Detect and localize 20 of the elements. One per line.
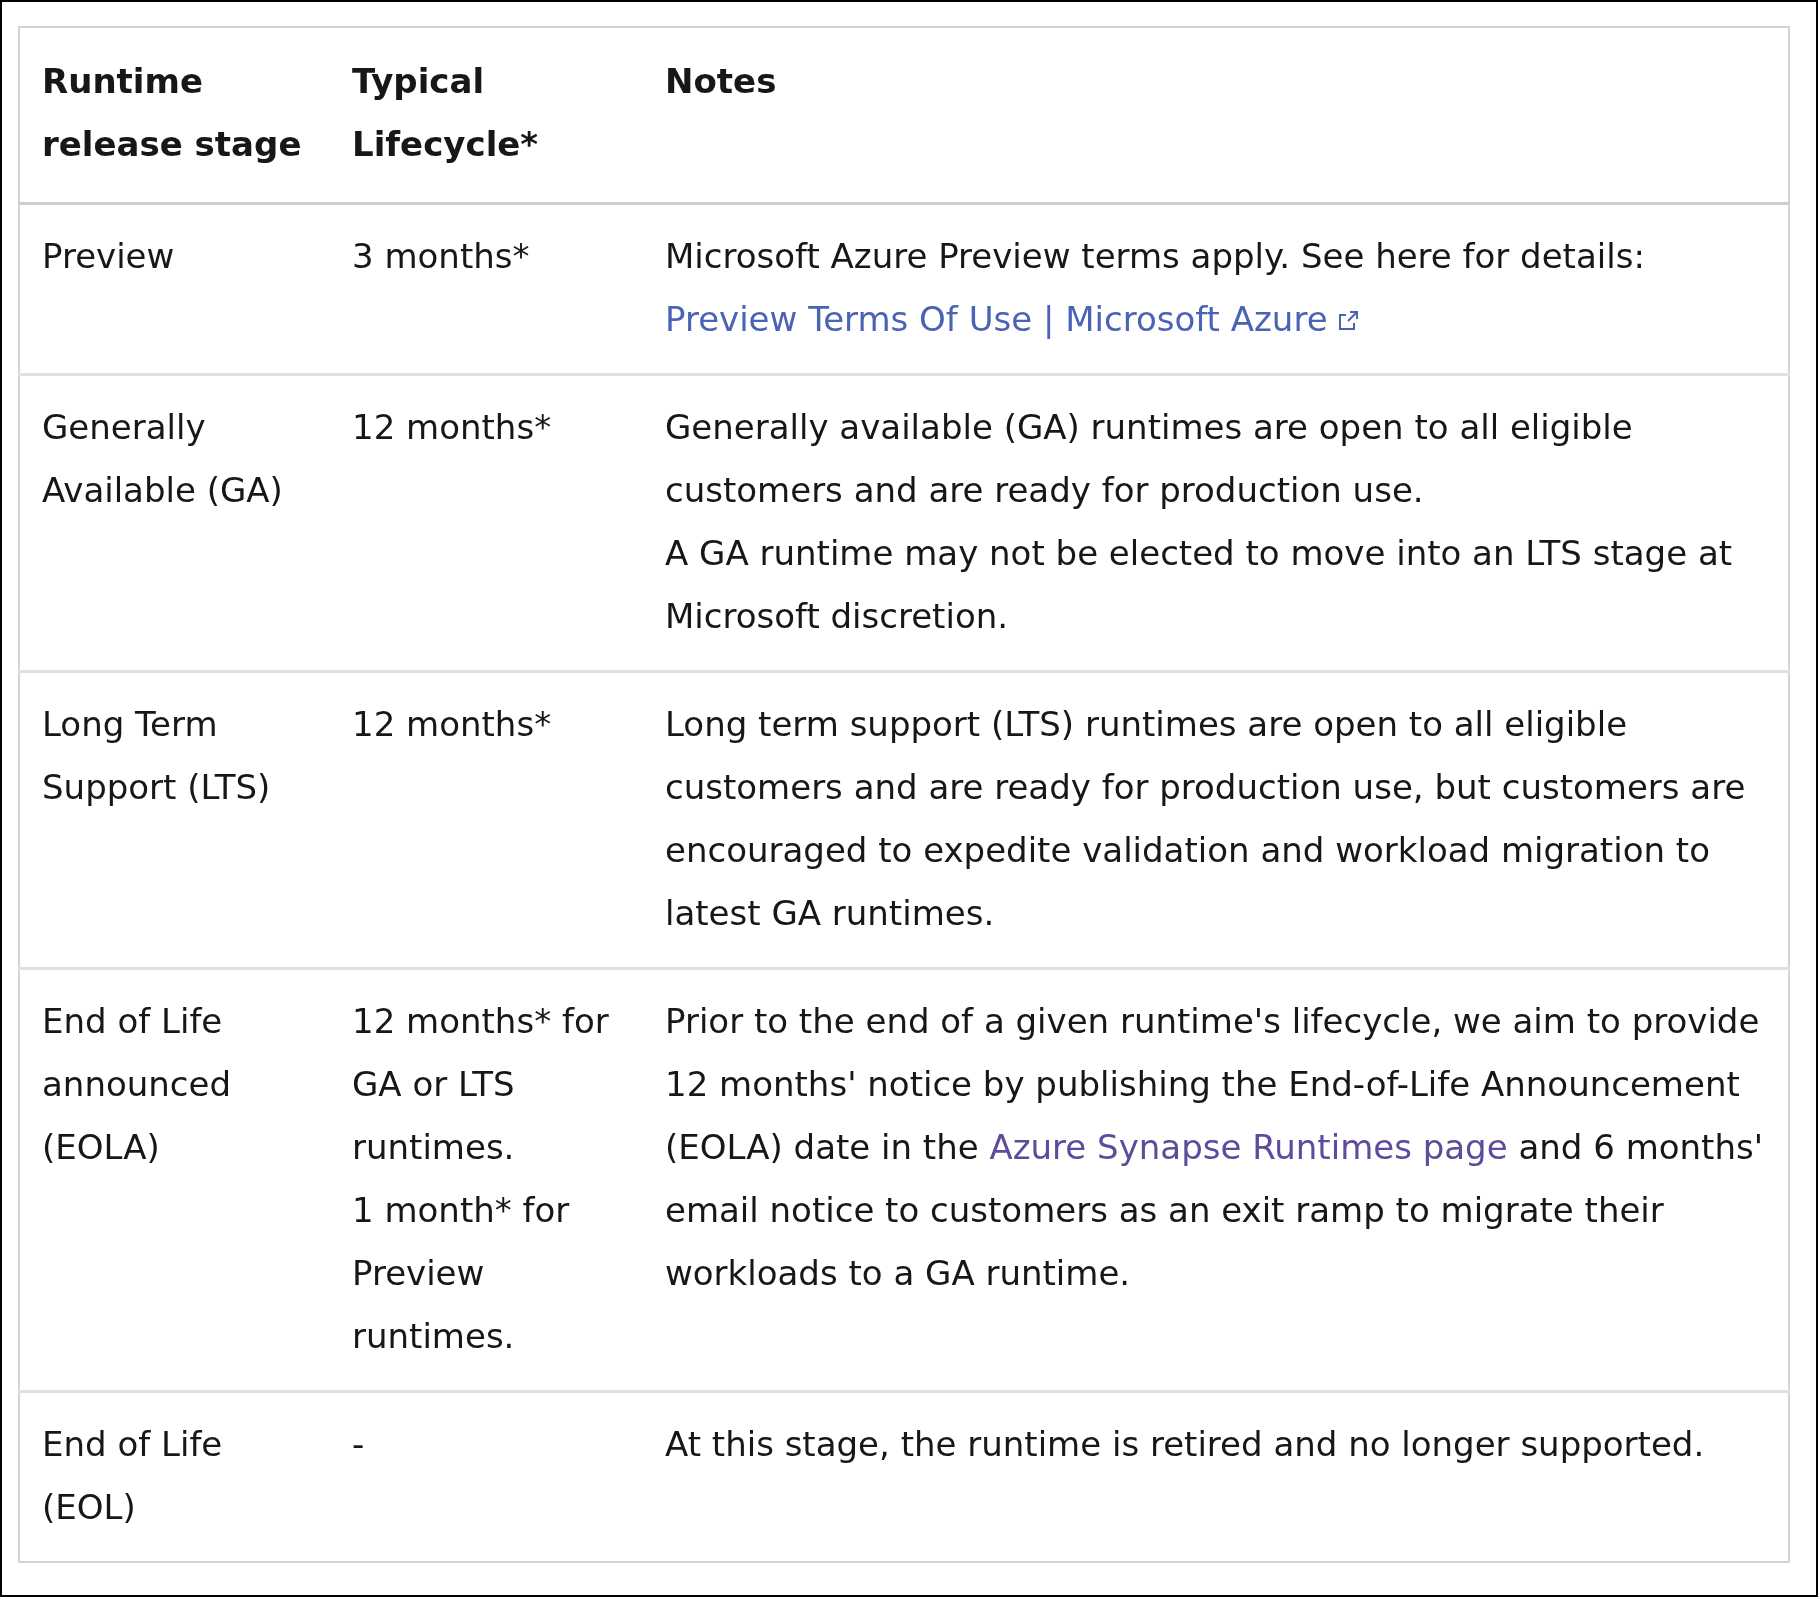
column-header: Notes: [643, 27, 1789, 204]
table-cell: Microsoft Azure Preview terms apply. See here for details: Preview Terms Of Use | Microsoft Azure: [643, 203, 1789, 375]
table-cell: Prior to the end of a given runtime's lifecycle, we aim to provide 12 months' notice by publishing the End-of-Life Announcement (EOLA) date in the Azure Synapse Runtimes page and 6 months' email notice to customers as an exit ramp to migrate their workloads to a GA runtime.: [643, 968, 1789, 1392]
table-cell: End of Life announced (EOLA): [19, 968, 330, 1392]
table-cell: Generally Available (GA): [19, 374, 330, 672]
table-cell: 12 months*: [330, 671, 643, 969]
table-cell: 3 months*: [330, 203, 643, 375]
table-cell: At this stage, the runtime is retired and no longer supported.: [643, 1391, 1789, 1562]
link[interactable]: Azure Synapse Runtimes page: [989, 1127, 1508, 1167]
table-cell: Long Term Support (LTS): [19, 671, 330, 969]
table-cell: Generally available (GA) runtimes are open to all eligible customers and are ready for production use. A GA runtime may not be elected to move into an LTS stage at Microsoft discretion.: [643, 374, 1789, 672]
table-cell: End of Life (EOL): [19, 1391, 330, 1562]
table-cell: -: [330, 1391, 643, 1562]
table-cell: 12 months*: [330, 374, 643, 672]
table-cell: Preview: [19, 203, 330, 375]
table-cell: 12 months* for GA or LTS runtimes. 1 month* for Preview runtimes.: [330, 968, 643, 1392]
column-header: Runtime release stage: [19, 27, 330, 204]
table-cell: Long term support (LTS) runtimes are open to all eligible customers and are ready for production use, but customers are encouraged to expedite validation and workload migration to latest GA runtimes.: [643, 671, 1789, 969]
column-header: Typical Lifecycle*: [330, 27, 643, 204]
link[interactable]: Preview Terms Of Use | Microsoft Azure: [665, 299, 1360, 339]
